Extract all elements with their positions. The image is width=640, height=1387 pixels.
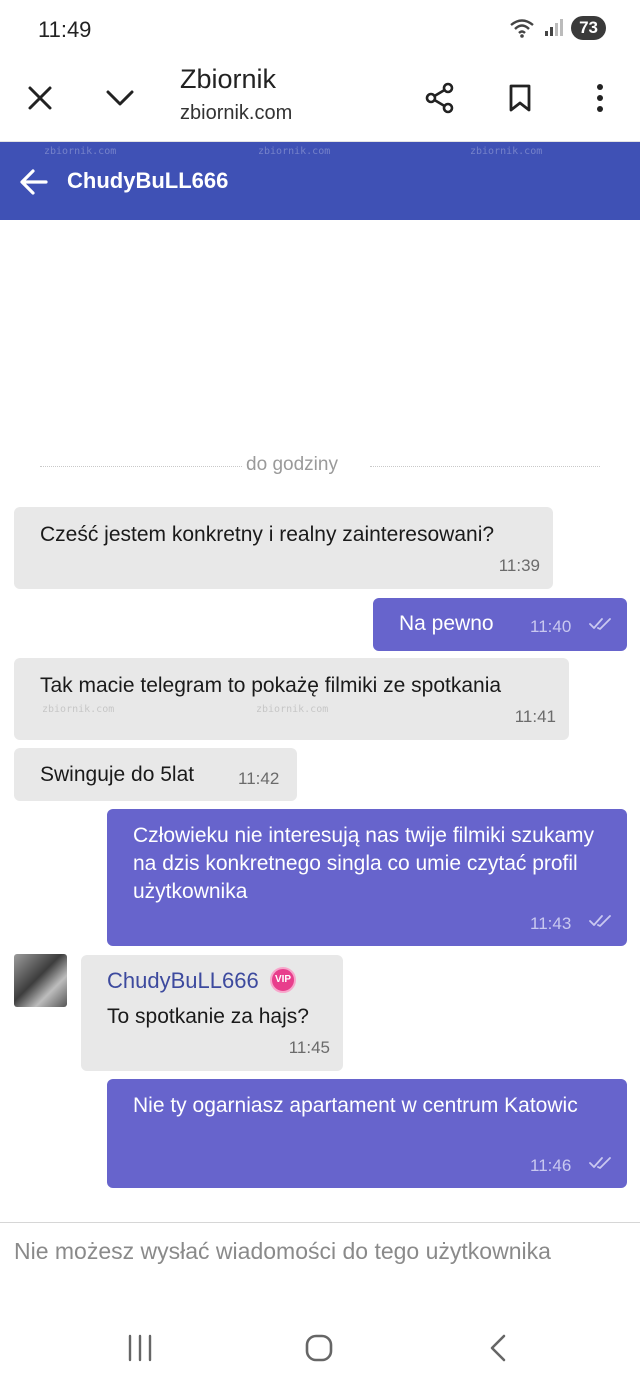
read-receipt-icon <box>589 1157 611 1169</box>
page-title: Zbiornik <box>180 64 277 94</box>
sender-name[interactable]: ChudyBuLL666 <box>107 967 259 995</box>
message-text: Nie ty ogarniasz apartament w centrum Ka… <box>133 1094 578 1117</box>
divider-label: do godziny <box>246 454 338 475</box>
watermark: zbiornik.com <box>44 146 117 157</box>
back-arrow-icon[interactable] <box>18 166 50 198</box>
status-icons: 73 <box>509 16 606 40</box>
message-time: 11:42 <box>238 769 280 788</box>
system-nav-bar <box>0 1308 640 1387</box>
close-tab-button[interactable] <box>16 74 64 122</box>
message-text: Tak macie telegram to pokażę filmiki ze … <box>40 674 502 697</box>
date-divider: do godziny <box>40 454 600 478</box>
back-chevron-icon <box>490 1334 506 1362</box>
watermark: zbiornik.com <box>470 146 543 157</box>
watermark: zbiornik.com <box>256 704 329 715</box>
read-receipt-icon <box>589 618 611 630</box>
message-time: 11:46 <box>530 1156 572 1175</box>
browser-toolbar: Zbiornik zbiornik.com <box>0 58 640 142</box>
minimize-tab-button[interactable] <box>96 74 144 122</box>
avatar[interactable] <box>14 954 67 1007</box>
more-vertical-icon <box>597 84 603 112</box>
chevron-down-icon <box>106 90 134 106</box>
message-text: To spotkanie za hajs? <box>107 1005 309 1028</box>
message-time: 11:40 <box>530 617 572 636</box>
share-icon <box>425 82 454 114</box>
message-incoming[interactable]: zbiornik.com zbiornik.com Tak macie tele… <box>14 658 569 740</box>
home-button[interactable] <box>297 1328 341 1368</box>
message-time: 11:41 <box>514 707 556 726</box>
signal-icon <box>545 19 564 36</box>
message-text: Cześć jestem konkretny i realny zaintere… <box>40 523 495 546</box>
watermark: zbiornik.com <box>258 146 331 157</box>
message-text: Na pewno <box>399 612 494 635</box>
status-bar: 11:49 73 <box>0 0 640 58</box>
message-incoming[interactable]: ChudyBuLL666 VIP To spotkanie za hajs? 1… <box>81 955 343 1071</box>
message-incoming[interactable]: Cześć jestem konkretny i realny zaintere… <box>14 507 553 589</box>
recent-apps-button[interactable] <box>118 1328 162 1368</box>
message-text: Swinguje do 5lat <box>40 763 195 786</box>
status-time: 11:49 <box>38 17 92 42</box>
page-url[interactable]: zbiornik.com <box>180 102 292 125</box>
close-icon <box>28 86 52 110</box>
watermark: zbiornik.com <box>42 704 115 715</box>
message-text: Człowieku nie interesują nas twije filmi… <box>133 824 594 903</box>
recent-apps-icon <box>128 1334 152 1362</box>
battery-indicator: 73 <box>571 16 606 40</box>
bookmark-icon <box>509 84 531 112</box>
message-composer: Nie możesz wysłać wiadomości do tego uży… <box>0 1222 640 1308</box>
message-outgoing[interactable]: Na pewno 11:40 <box>373 598 627 651</box>
wifi-icon <box>510 19 534 38</box>
message-outgoing[interactable]: Nie ty ogarniasz apartament w centrum Ka… <box>107 1079 627 1188</box>
bookmark-button[interactable] <box>496 74 544 122</box>
contact-name[interactable]: ChudyBuLL666 <box>67 168 228 194</box>
chat-header: zbiornik.com zbiornik.com zbiornik.com C… <box>0 142 640 220</box>
back-button[interactable] <box>476 1328 520 1368</box>
divider-line <box>370 466 600 467</box>
home-icon <box>305 1334 333 1362</box>
message-time: 11:45 <box>288 1038 330 1057</box>
read-receipt-icon <box>589 915 611 927</box>
message-outgoing[interactable]: Człowieku nie interesują nas twije filmi… <box>107 809 627 946</box>
message-incoming[interactable]: Swinguje do 5lat 11:42 <box>14 748 297 801</box>
message-time: 11:39 <box>498 556 540 575</box>
message-time: 11:43 <box>530 914 572 933</box>
vip-badge: VIP <box>270 967 296 993</box>
more-options-button[interactable] <box>576 74 624 122</box>
share-button[interactable] <box>416 74 464 122</box>
composer-disabled-notice: Nie możesz wysłać wiadomości do tego uży… <box>14 1238 551 1264</box>
